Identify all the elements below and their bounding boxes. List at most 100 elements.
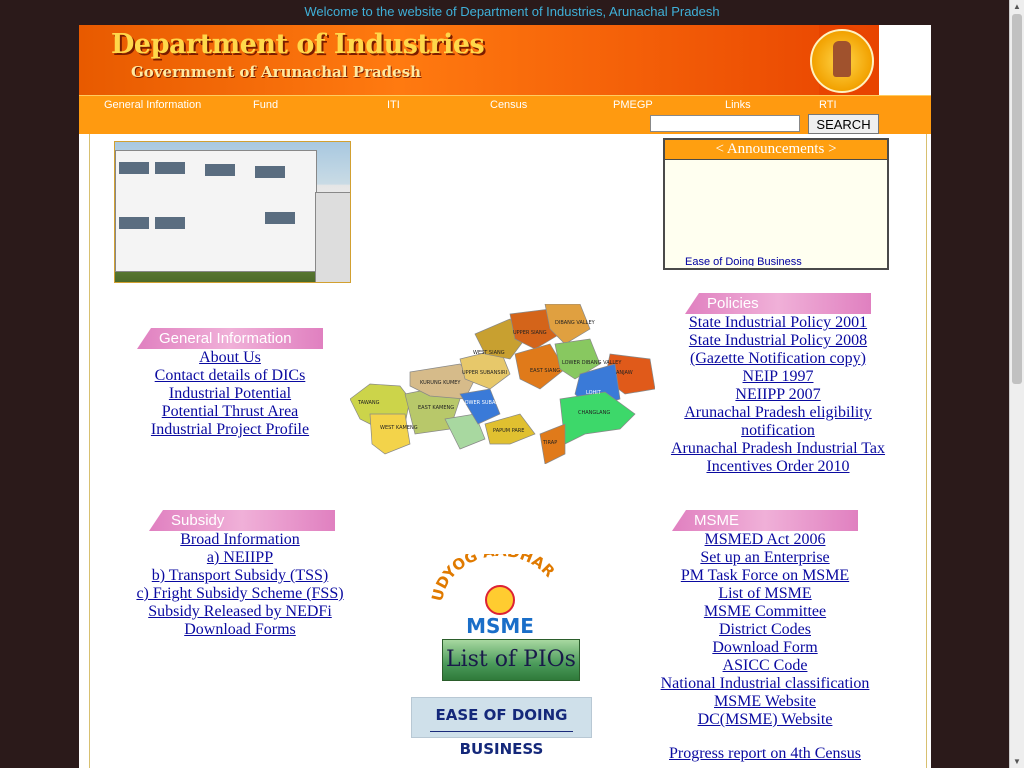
link-neip-1997[interactable]: NEIP 1997 bbox=[668, 368, 888, 386]
link-msme-website[interactable]: MSME Website bbox=[655, 693, 875, 711]
emblem-lion-icon bbox=[833, 41, 851, 77]
link-download-form[interactable]: Download Form bbox=[655, 639, 875, 657]
site-header: Department of Industries Government of A… bbox=[79, 25, 879, 95]
map-label-west-siang: WEST SIANG bbox=[473, 350, 505, 356]
arunachal-map[interactable]: WEST SIANG UPPER SIANG DIBANG VALLEY UPP… bbox=[350, 304, 655, 464]
list-of-pios-button[interactable]: List of PIOs bbox=[442, 639, 580, 681]
general-information-links: About Us Contact details of DICs Industr… bbox=[130, 349, 330, 439]
building-window bbox=[119, 162, 149, 174]
map-label-dibang-valley: DIBANG VALLEY bbox=[555, 320, 596, 326]
ease-of-doing-business-banner[interactable]: EASE OF DOING BUSINESS bbox=[411, 697, 592, 758]
nav-fund[interactable]: Fund bbox=[253, 96, 278, 114]
subsidy-links: Broad Information a) NEIIPP b) Transport… bbox=[130, 531, 350, 639]
welcome-banner: Welcome to the website of Department of … bbox=[304, 4, 720, 19]
building-window bbox=[155, 162, 185, 174]
map-label-east-kameng: EAST KAMENG bbox=[418, 405, 454, 411]
building-photo bbox=[114, 141, 351, 283]
general-information-heading: General Information bbox=[137, 328, 323, 349]
msme-links: MSMED Act 2006 Set up an Enterprise PM T… bbox=[655, 531, 875, 729]
nav-links[interactable]: Links bbox=[725, 96, 751, 114]
link-msme-committee[interactable]: MSME Committee bbox=[655, 603, 875, 621]
map-label-lower-subansiri: LOWER SUBANSIRI bbox=[462, 400, 509, 406]
nav-census[interactable]: Census bbox=[490, 96, 527, 114]
link-industrial-tax-1[interactable]: Arunachal Pradesh Industrial Tax bbox=[668, 440, 888, 458]
link-list-of-msme[interactable]: List of MSME bbox=[655, 585, 875, 603]
search-button[interactable]: SEARCH bbox=[808, 114, 879, 134]
link-eligibility-notification-1[interactable]: Arunachal Pradesh eligibility bbox=[668, 404, 888, 422]
ease-of-doing-business-text: EASE OF DOING BUSINESS bbox=[435, 706, 568, 758]
scroll-up-icon[interactable]: ▲ bbox=[1013, 2, 1021, 11]
building-window bbox=[255, 166, 285, 178]
map-label-east-siang: EAST SIANG bbox=[530, 368, 560, 374]
link-progress-report-census[interactable]: Progress report on 4th Census bbox=[655, 745, 875, 763]
map-label-tirap: TIRAP bbox=[542, 440, 557, 446]
map-label-west-kameng: WEST KAMENG bbox=[380, 425, 418, 431]
search-bar: SEARCH bbox=[79, 114, 931, 134]
link-eligibility-notification-2[interactable]: notification bbox=[668, 422, 888, 440]
page-container: Department of Industries Government of A… bbox=[79, 25, 931, 768]
state-emblem-icon bbox=[810, 29, 874, 93]
msme-logo-text: MSME bbox=[466, 614, 534, 634]
link-gazette-notification[interactable]: (Gazette Notification copy) bbox=[668, 350, 888, 368]
vertical-scrollbar[interactable]: ▲ ▼ bbox=[1009, 0, 1024, 768]
subsidy-heading: Subsidy bbox=[149, 510, 335, 531]
scroll-down-icon[interactable]: ▼ bbox=[1013, 757, 1021, 766]
link-download-forms[interactable]: Download Forms bbox=[130, 621, 350, 639]
link-msmed-act[interactable]: MSMED Act 2006 bbox=[655, 531, 875, 549]
map-label-lohit: LOHIT bbox=[586, 390, 602, 396]
announcements-box: < Announcements > Ease of Doing Business bbox=[663, 138, 889, 270]
link-potential-thrust-area[interactable]: Potential Thrust Area bbox=[130, 403, 330, 421]
header-blank-area bbox=[880, 25, 931, 95]
link-state-industrial-policy-2008[interactable]: State Industrial Policy 2008 bbox=[668, 332, 888, 350]
banner-underline bbox=[430, 731, 573, 732]
link-dc-msme-website[interactable]: DC(MSME) Website bbox=[655, 711, 875, 729]
link-neiipp-2007[interactable]: NEIIPP 2007 bbox=[668, 386, 888, 404]
search-input[interactable] bbox=[650, 115, 800, 132]
progress-report-area: Progress report on 4th Census bbox=[655, 745, 875, 763]
link-pm-task-force[interactable]: PM Task Force on MSME bbox=[655, 567, 875, 585]
policies-links: State Industrial Policy 2001 State Indus… bbox=[668, 314, 888, 476]
nav-general-information[interactable]: General Information bbox=[104, 96, 201, 114]
link-national-industrial-classification[interactable]: National Industrial classification bbox=[655, 675, 875, 693]
building-window bbox=[155, 217, 185, 229]
map-label-papum-pare: PAPUM PARE bbox=[493, 428, 524, 434]
link-asicc-code[interactable]: ASICC Code bbox=[655, 657, 875, 675]
building-side bbox=[315, 192, 350, 282]
map-label-kurung-kumey: KURUNG KUMEY bbox=[420, 380, 461, 386]
link-district-codes[interactable]: District Codes bbox=[655, 621, 875, 639]
link-neiipp[interactable]: a) NEIIPP bbox=[130, 549, 350, 567]
link-set-up-enterprise[interactable]: Set up an Enterprise bbox=[655, 549, 875, 567]
link-industrial-potential[interactable]: Industrial Potential bbox=[130, 385, 330, 403]
link-transport-subsidy[interactable]: b) Transport Subsidy (TSS) bbox=[130, 567, 350, 585]
map-label-lower-dibang-valley: LOWER DIBANG VALLEY bbox=[562, 360, 622, 366]
link-industrial-project-profile[interactable]: Industrial Project Profile bbox=[130, 421, 330, 439]
nav-rti[interactable]: RTI bbox=[819, 96, 837, 114]
content-area: < Announcements > Ease of Doing Business… bbox=[89, 134, 927, 768]
nav-iti[interactable]: ITI bbox=[387, 96, 400, 114]
map-label-anjaw: ANJAW bbox=[616, 370, 633, 376]
main-nav: General Information Fund ITI Census PMEG… bbox=[79, 95, 931, 115]
aadhar-fingerprint-icon bbox=[485, 585, 515, 615]
map-label-changlang: CHANGLANG bbox=[578, 410, 610, 416]
link-broad-information[interactable]: Broad Information bbox=[130, 531, 350, 549]
map-label-tawang: TAWANG bbox=[357, 400, 380, 406]
policies-heading: Policies bbox=[685, 293, 871, 314]
nav-pmegp[interactable]: PMEGP bbox=[613, 96, 653, 114]
building-window bbox=[265, 212, 295, 224]
link-contact-dics[interactable]: Contact details of DICs bbox=[130, 367, 330, 385]
link-fright-subsidy[interactable]: c) Fright Subsidy Scheme (FSS) bbox=[130, 585, 350, 603]
link-about-us[interactable]: About Us bbox=[130, 349, 330, 367]
site-title: Department of Industries bbox=[111, 29, 485, 60]
map-label-upper-siang: UPPER SIANG bbox=[513, 330, 547, 336]
map-label-upper-subansiri: UPPER SUBANSIRI bbox=[462, 370, 507, 376]
link-state-industrial-policy-2001[interactable]: State Industrial Policy 2001 bbox=[668, 314, 888, 332]
msme-heading: MSME bbox=[672, 510, 858, 531]
site-subtitle: Government of Arunachal Pradesh bbox=[131, 63, 422, 81]
link-industrial-tax-2[interactable]: Incentives Order 2010 bbox=[668, 458, 888, 476]
udyog-aadhar-msme-logo[interactable]: UDYOG AADHAR MSME bbox=[430, 554, 570, 634]
announcement-ticker-link[interactable]: Ease of Doing Business bbox=[685, 256, 875, 266]
building-window bbox=[119, 217, 149, 229]
scrollbar-thumb[interactable] bbox=[1012, 14, 1022, 384]
link-subsidy-nedfi[interactable]: Subsidy Released by NEDFi bbox=[130, 603, 350, 621]
announcements-title: < Announcements > bbox=[665, 140, 887, 160]
